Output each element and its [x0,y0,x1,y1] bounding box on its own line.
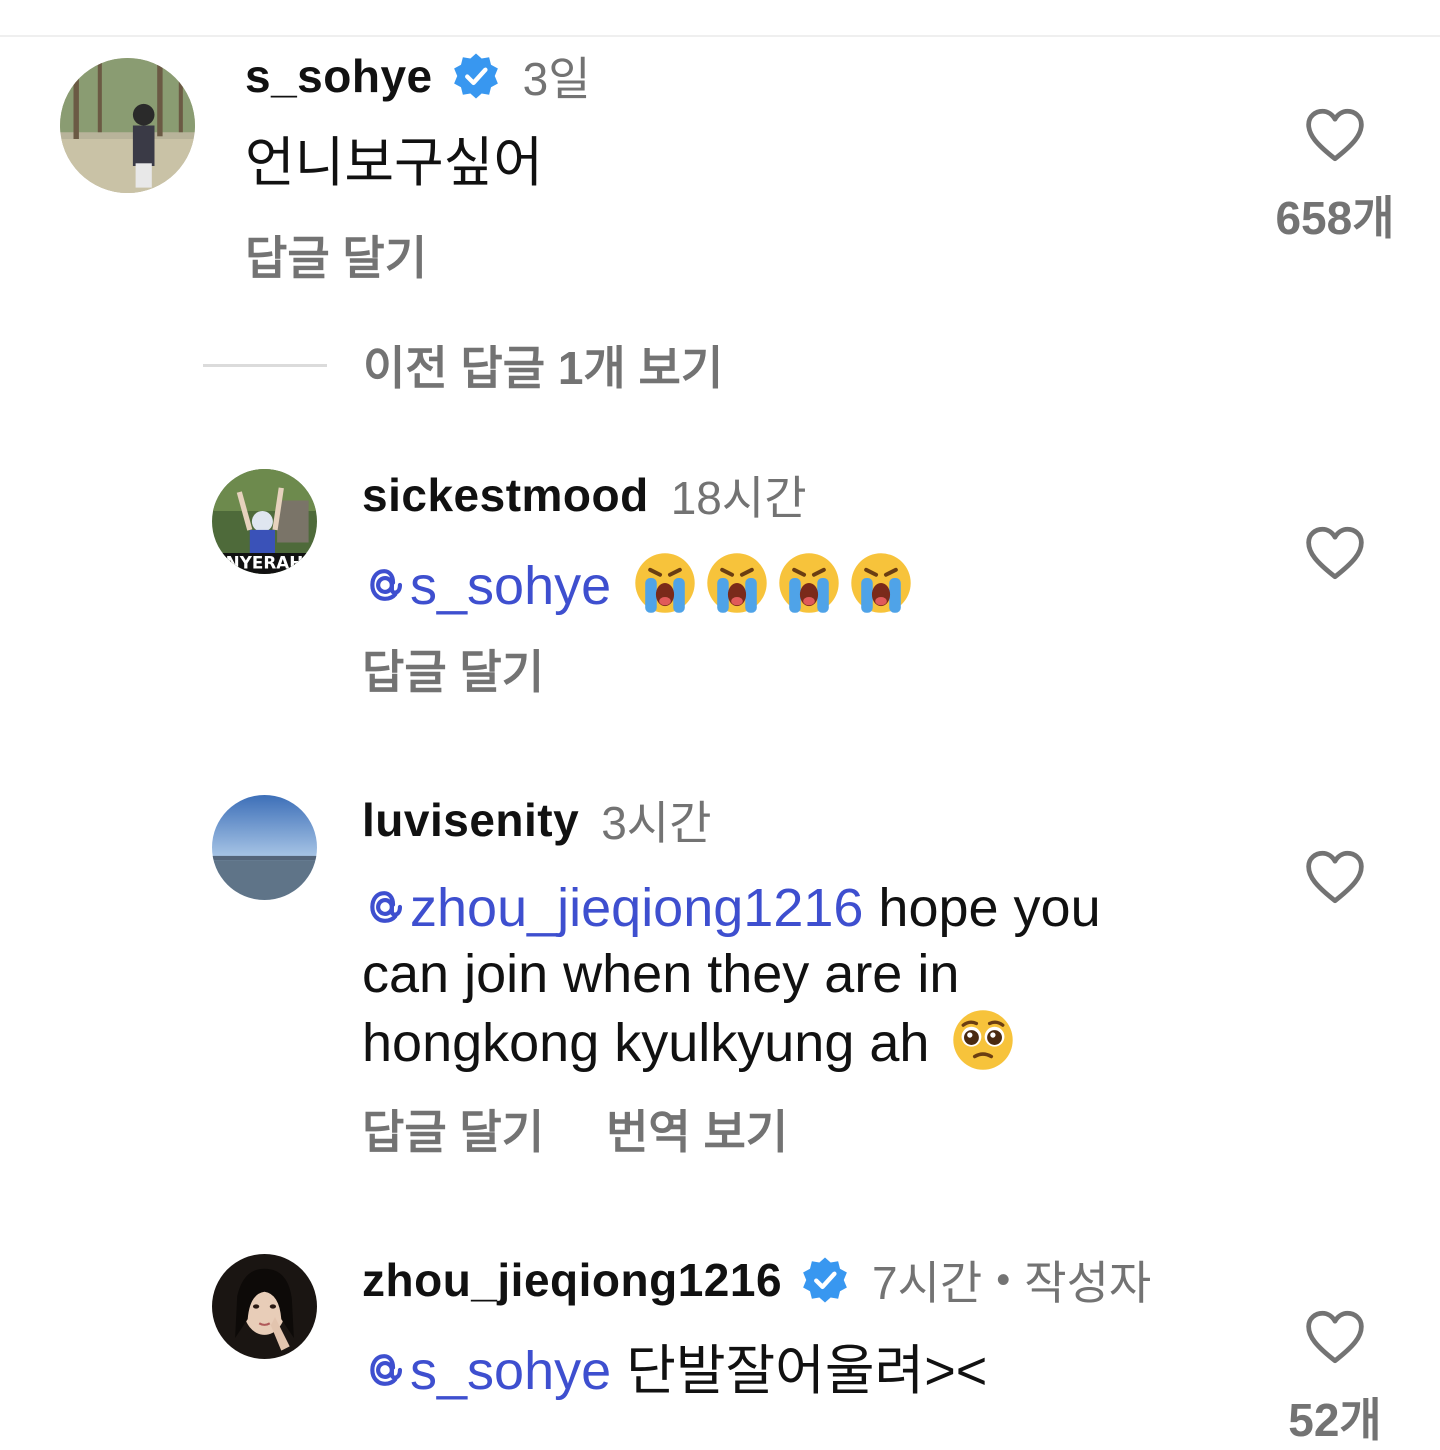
view-previous-replies[interactable]: 이전 답글 1개 보기 [203,332,723,398]
comment-text-part: hongkong kyulkyung ah [362,1013,945,1073]
verified-badge-icon [451,51,501,101]
comment-text: s_sohye [362,550,914,619]
mention-username[interactable]: s_sohye [410,556,611,616]
like-area: 658개 [1260,106,1410,248]
mention-username[interactable]: zhou_jieqiong1216 [410,878,863,938]
comment-actions: 답글 달기 [362,636,544,702]
verified-badge-icon [800,1255,850,1305]
loudly-crying-face-icon [848,550,914,616]
svg-text:NYERAH: NYERAH [226,553,304,573]
comment-text: zhou_jieqiong1216 hope you can join when… [362,875,1101,1076]
mention-link[interactable]: s_sohye [362,556,611,616]
avatar[interactable]: NYERAH [212,469,317,574]
avatar[interactable] [212,795,317,900]
translate-button[interactable]: 번역 보기 [606,1096,788,1162]
comment-header: sickestmood 18시간 [362,465,807,525]
avatar-photo-icon [212,795,317,900]
loudly-crying-face-icon [704,550,770,616]
mention-link[interactable]: zhou_jieqiong1216 [362,878,863,938]
heart-icon[interactable] [1303,106,1367,164]
reply-thread-line [203,363,327,367]
comment-text: 언니보구싶어 [245,133,544,193]
comment-header: luvisenity 3시간 [362,790,711,850]
loudly-crying-face-icon [632,550,698,616]
loudly-crying-face-icon [776,550,842,616]
heart-icon[interactable] [1303,848,1367,906]
mention-link[interactable]: s_sohye [362,1341,611,1401]
like-count: 658개 [1275,192,1395,244]
avatar-photo-icon: NYERAH [212,469,317,574]
heart-icon[interactable] [1303,524,1367,582]
comment-time: 3시간 [601,797,712,849]
view-previous-replies-label[interactable]: 이전 답글 1개 보기 [363,332,723,398]
threads-mention-icon [362,884,408,930]
like-area: 52개 [1260,1308,1410,1450]
comment-text-part: hope you [863,878,1101,938]
comment-text-line: can join when they are in [362,944,960,1004]
comment-time: 18시간 [670,472,807,524]
comment-text-line: zhou_jieqiong1216 hope you [362,875,1101,941]
comment-actions: 답글 달기 [245,222,427,288]
username[interactable]: luvisenity [362,793,579,847]
comment-text-part: 단발잘어울려>< [611,1341,988,1401]
like-area [1260,848,1410,906]
comment-text: s_sohye 단발잘어울려>< [362,1338,987,1404]
mention-username[interactable]: s_sohye [410,1341,611,1401]
reply-button[interactable]: 답글 달기 [245,222,427,288]
avatar-photo-icon [60,58,195,193]
username[interactable]: zhou_jieqiong1216 [362,1253,782,1307]
comment-header: s_sohye 3일 [245,46,591,106]
comment-time: 3일 [522,53,591,105]
avatar-photo-icon [212,1254,317,1359]
threads-mention-icon [362,562,408,608]
username[interactable]: sickestmood [362,468,649,522]
like-count: 52개 [1288,1394,1382,1446]
comment-header: zhou_jieqiong1216 7시간 • 작성자 [362,1250,1151,1310]
comment-text-line: hongkong kyulkyung ah [362,1007,1101,1076]
threads-mention-icon [362,1347,408,1393]
top-divider [0,35,1440,37]
comment-actions: 답글 달기 번역 보기 [362,1096,788,1162]
separator-dot: • [996,1257,1011,1302]
reply-button[interactable]: 답글 달기 [362,1096,544,1162]
avatar[interactable] [212,1254,317,1359]
comment-time: 7시간 [872,1257,983,1309]
like-area [1260,524,1410,582]
reply-button[interactable]: 답글 달기 [362,636,544,702]
pleading-face-icon [950,1007,1016,1073]
avatar[interactable] [60,58,195,193]
heart-icon[interactable] [1303,1308,1367,1366]
username[interactable]: s_sohye [245,49,433,103]
author-tag: 작성자 [1024,1257,1152,1309]
